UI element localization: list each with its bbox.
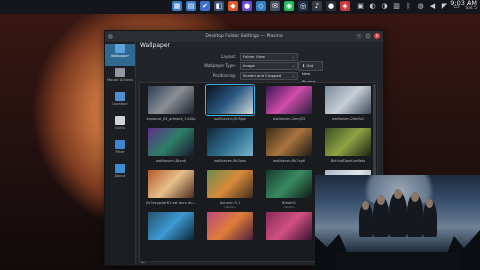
- mail-icon[interactable]: ✉: [270, 1, 280, 11]
- window-menu-icon[interactable]: [108, 34, 113, 39]
- chat-tray-icon[interactable]: ◑: [380, 1, 389, 11]
- wallpaper-thumbnail[interactable]: [207, 212, 253, 240]
- sidebar-item-about[interactable]: About: [105, 164, 135, 186]
- top-panel: ▦ ▤ ✔ ◧ ◆ ● ◇ ✉ ◉ ◎ ♪ ● ◈ ▣ ◐ ◑ ▥ ᛒ ◍ ◀ ◤ ▭ ⌃ 9:03 AM Sat 5: [0, 0, 480, 14]
- back-icon[interactable]: ←: [141, 260, 145, 266]
- wallpaper-thumbnail[interactable]: [266, 170, 312, 198]
- video-figure-face: [377, 195, 385, 205]
- minimize-button[interactable]: –: [356, 33, 362, 39]
- positioning-value: Scaled and Cropped: [243, 73, 282, 78]
- wallpaper-type-value: Image: [243, 63, 255, 68]
- wallpaper-name: jfv3vsyp4dr81 est burn du...: [146, 201, 196, 205]
- files-app-icon-2[interactable]: ▤: [186, 1, 196, 11]
- wallpaper-thumbnail[interactable]: [207, 128, 253, 156]
- positioning-select[interactable]: Scaled and Cropped ⌄: [240, 72, 298, 80]
- sidebar-item-label: Location: [112, 102, 128, 106]
- wallpaper-thumbnail[interactable]: [266, 86, 312, 114]
- window-controls: – □ ×: [356, 33, 380, 39]
- discord-tray-icon[interactable]: ◐: [368, 1, 377, 11]
- github-icon[interactable]: ●: [326, 1, 336, 11]
- brave-browser-icon[interactable]: ◆: [228, 1, 238, 11]
- sidebar-item-label: About: [114, 174, 126, 178]
- wallpaper-thumbnail[interactable]: [325, 86, 371, 114]
- gpu-tray-icon[interactable]: ▣: [356, 1, 365, 11]
- wallpaper-thumbnail[interactable]: [148, 170, 194, 198]
- steam-icon[interactable]: ◎: [298, 1, 308, 11]
- close-button[interactable]: ×: [374, 33, 380, 39]
- sidebar-item-location[interactable]: Location: [105, 92, 135, 114]
- filter-icon: [115, 140, 125, 149]
- chevron-down-icon: ⌄: [291, 73, 295, 78]
- task-manager: ▦ ▤ ✔ ◧ ◆ ● ◇ ✉ ◉ ◎ ♪ ● ◈: [172, 1, 350, 11]
- wallpaper-thumbnail[interactable]: [148, 212, 194, 240]
- code-icon[interactable]: ◇: [256, 1, 266, 11]
- wallpaper-thumbnail[interactable]: [266, 128, 312, 156]
- wallpaper-name: wallhaven-48xrdj: [155, 159, 187, 163]
- location-icon: [115, 92, 125, 101]
- sidebar-item-label: Icons: [115, 126, 125, 130]
- notifications-tray-icon[interactable]: ◍: [416, 1, 425, 11]
- video-ground: [335, 252, 460, 270]
- page-title: Wallpaper: [140, 42, 171, 49]
- browser-icon[interactable]: ●: [242, 1, 252, 11]
- wallpaper-name: expanse_S4_artwork_1440p: [146, 117, 196, 121]
- digital-clock[interactable]: 9:03 AM Sat 5: [450, 0, 477, 12]
- positioning-label: Positioning:: [212, 73, 236, 78]
- wallpaper-thumbnail[interactable]: [266, 212, 312, 240]
- layout-label: Layout:: [221, 54, 236, 59]
- media-icon[interactable]: ◧: [214, 1, 224, 11]
- wallpaper-author: Ubuntu: [283, 205, 295, 209]
- network-tray-icon[interactable]: ◤: [440, 1, 449, 11]
- window-titlebar[interactable]: Desktop Folder Settings — Plasma – □ ×: [105, 31, 383, 42]
- scroll-up-icon[interactable]: ▲: [372, 83, 377, 87]
- wallpaper-thumbnail[interactable]: [205, 84, 255, 116]
- mouse-actions-icon: [115, 68, 125, 77]
- video-figure-face: [426, 199, 433, 208]
- video-figure-face: [411, 192, 419, 202]
- chevron-down-icon: ⌄: [291, 54, 295, 59]
- video-figure-face: [394, 189, 402, 199]
- sidebar-item-label: Filter: [115, 150, 125, 154]
- video-player[interactable]: [315, 175, 480, 270]
- window-title: Desktop Folder Settings — Plasma: [205, 34, 283, 39]
- about-icon: [115, 164, 125, 173]
- wallpaper-name: wallhaven-6k3xox: [214, 159, 246, 163]
- volume-tray-icon[interactable]: ◀: [428, 1, 437, 11]
- wallpaper-name: wallhaven-2eb9n2: [331, 117, 365, 121]
- icons-icon: [115, 116, 125, 125]
- wallpaper-name: wallhaven-1emj53: [272, 117, 306, 121]
- sidebar-item-icons[interactable]: Icons: [105, 116, 135, 138]
- wallpaper-thumbnail[interactable]: [325, 128, 371, 156]
- wallpaper-type-label: Wallpaper Type:: [204, 63, 236, 68]
- clipboard-tray-icon[interactable]: ▥: [392, 1, 401, 11]
- sidebar-item-wallpaper[interactable]: Wallpaper: [105, 44, 135, 66]
- sidebar-item-filter[interactable]: Filter: [105, 140, 135, 162]
- wallpaper-type-select[interactable]: Image ⌄: [240, 62, 298, 70]
- music-icon[interactable]: ♪: [312, 1, 322, 11]
- files-app-icon[interactable]: ▦: [172, 1, 182, 11]
- wallpaper-thumbnail[interactable]: [148, 86, 194, 114]
- wallpaper-thumbnail[interactable]: [207, 170, 253, 198]
- wallpaper-icon: [115, 44, 125, 53]
- layout-select[interactable]: Folder View ⌄: [240, 53, 298, 61]
- sidebar-item-label: Wallpaper: [111, 54, 129, 58]
- wallpaper-name: wallhaven-j5h5gw: [214, 117, 246, 121]
- chevron-down-icon: ⌄: [291, 63, 295, 68]
- spotify-icon[interactable]: ◉: [284, 1, 294, 11]
- maximize-button[interactable]: □: [365, 33, 371, 39]
- get-new-plugins-button[interactable]: ⬇ Get New Plugins...: [298, 61, 324, 84]
- video-figure-face: [362, 201, 369, 210]
- sidebar-item-mouse-actions[interactable]: Mouse Actions: [105, 68, 135, 90]
- wallpaper-name: BehindDoorLeaflets: [330, 159, 366, 163]
- wallpaper-author: Ubuntu: [224, 205, 236, 209]
- sidebar-item-label: Mouse Actions: [107, 78, 133, 82]
- settings-sidebar: Wallpaper Mouse Actions Location Icons Filte…: [105, 42, 136, 265]
- settings-icon[interactable]: ✔: [200, 1, 210, 11]
- game-icon[interactable]: ◈: [340, 1, 350, 11]
- wallpaper-thumbnail[interactable]: [148, 128, 194, 156]
- wallpaper-name: wallhaven-6k7vg6: [272, 159, 306, 163]
- layout-value: Folder View: [243, 54, 265, 59]
- bluetooth-tray-icon[interactable]: ᛒ: [404, 1, 413, 11]
